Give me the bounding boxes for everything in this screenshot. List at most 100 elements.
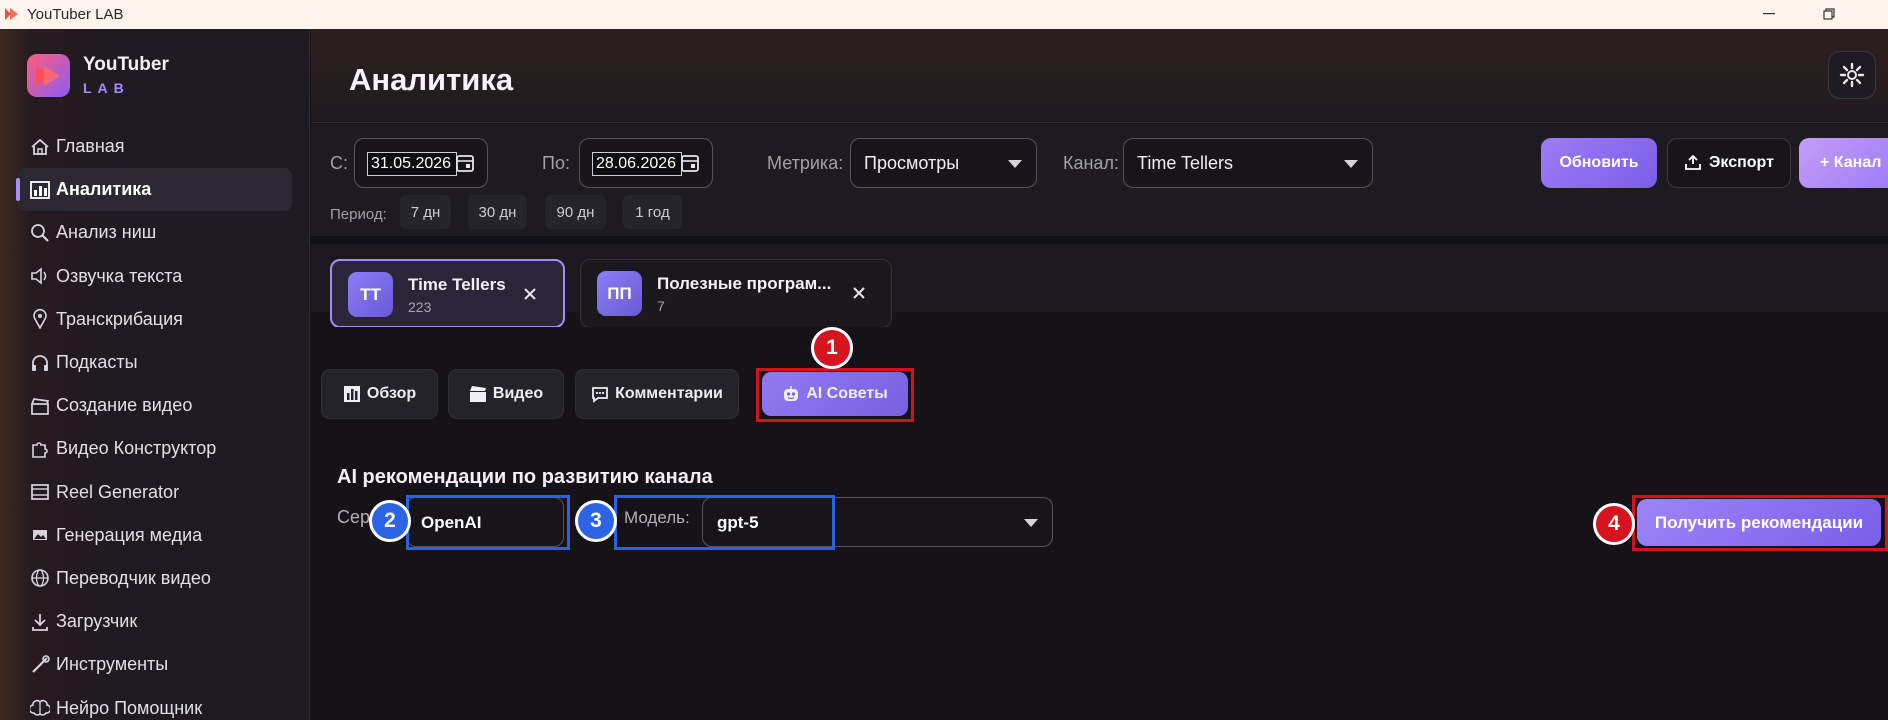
sidebar-item-video-translator[interactable]: Переводчик видео <box>17 557 292 600</box>
tab-overview[interactable]: Обзор <box>321 369 438 419</box>
sidebar-item-label: Reel Generator <box>56 481 180 502</box>
sidebar-item-label: Нейро Помощник <box>56 697 203 718</box>
tab-label: Комментарии <box>615 385 723 402</box>
channel-count: 223 <box>408 299 432 315</box>
ai-section-title: AI рекомендации по развитию канала <box>337 466 713 488</box>
sidebar-item-tts[interactable]: Озвучка текста <box>17 255 292 298</box>
app-logo <box>27 54 70 97</box>
image-icon <box>29 525 51 545</box>
sidebar-item-video-creation[interactable]: Создание видео <box>17 384 292 427</box>
period-90d-button[interactable]: 90 дн <box>545 195 606 229</box>
period-label: Период: <box>330 206 387 223</box>
add-channel-button[interactable]: + Канал <box>1799 138 1888 188</box>
sidebar-item-label: Инструменты <box>56 654 169 675</box>
sidebar-item-tools[interactable]: Инструменты <box>17 643 292 686</box>
sidebar-item-label: Анализ ниш <box>56 222 157 243</box>
calendar-icon[interactable] <box>455 153 475 173</box>
close-icon[interactable] <box>850 284 868 302</box>
maximize-button[interactable] <box>1809 3 1849 25</box>
sidebar-nav: Главная Аналитика Анализ ниш Озвучка тек… <box>16 125 292 720</box>
export-icon <box>1685 155 1701 170</box>
window-title: YouTuber LAB <box>27 6 124 23</box>
sidebar-item-reel-generator[interactable]: Reel Generator <box>17 471 292 514</box>
period-7d-button[interactable]: 7 дн <box>400 195 451 229</box>
chevron-down-icon <box>1344 160 1358 168</box>
globe-icon <box>29 568 51 588</box>
chevron-down-icon <box>1008 160 1022 168</box>
sidebar-item-podcasts[interactable]: Подкасты <box>17 341 292 384</box>
sidebar-item-home[interactable]: Главная <box>17 125 292 168</box>
restore-icon <box>1823 8 1835 20</box>
sidebar-item-label: Переводчик видео <box>56 567 211 588</box>
sidebar: YouTuber LAB Главная Аналитика Анализ ни… <box>0 29 310 720</box>
magnifier-icon <box>29 223 51 243</box>
metric-value: Просмотры <box>864 153 960 173</box>
tab-label: Видео <box>492 385 544 402</box>
refresh-button[interactable]: Обновить <box>1541 138 1657 188</box>
channel-avatar: ПП <box>597 271 642 316</box>
model-select[interactable]: gpt-5 <box>702 497 1053 547</box>
service-select[interactable]: OpenAI <box>406 497 564 547</box>
app-icon <box>5 8 18 20</box>
date-from-value[interactable]: 31.05.2026 <box>367 152 457 176</box>
page-title: Аналитика <box>349 62 514 97</box>
brand-name: YouTuber <box>83 54 169 75</box>
sidebar-item-label: Аналитика <box>56 179 152 200</box>
date-to-value[interactable]: 28.06.2026 <box>592 152 682 176</box>
sidebar-item-label: Озвучка текста <box>56 265 183 286</box>
logo-icon <box>36 66 60 86</box>
channel-card-time-tellers[interactable]: TT Time Tellers 223 <box>330 259 565 328</box>
period-1y-button[interactable]: 1 год <box>623 195 682 229</box>
channel-name: Полезные програм... <box>657 274 832 293</box>
page-header: Аналитика <box>311 29 1888 123</box>
clapperboard-icon <box>29 396 51 416</box>
service-value: OpenAI <box>421 513 482 532</box>
date-from-field[interactable]: 31.05.2026 <box>354 138 488 188</box>
sidebar-item-label: Подкасты <box>56 352 138 373</box>
tab-label: Обзор <box>366 385 417 402</box>
sidebar-item-analytics[interactable]: Аналитика <box>16 168 292 212</box>
sidebar-item-label: Генерация медиа <box>56 524 203 545</box>
channel-select[interactable]: Time Tellers <box>1123 138 1373 188</box>
pin-icon <box>29 309 51 330</box>
sidebar-item-video-constructor[interactable]: Видео Конструктор <box>17 427 292 470</box>
sidebar-item-media-generation[interactable]: Генерация медиа <box>17 514 292 557</box>
tab-comments[interactable]: Комментарии <box>575 369 739 419</box>
model-label: Модель: <box>624 508 690 527</box>
robot-icon <box>784 386 799 401</box>
sidebar-item-transcription[interactable]: Транскрибация <box>17 298 292 341</box>
channel-name: Time Tellers <box>408 275 506 294</box>
puzzle-icon <box>29 439 51 459</box>
channel-card-useful-programs[interactable]: ПП Полезные програм... 7 <box>580 259 892 328</box>
tab-ai-advice[interactable]: AI Советы <box>762 372 908 416</box>
sidebar-item-neuro-assistant[interactable]: Нейро Помощник <box>17 686 292 720</box>
analytics-tabs-area: Обзор Видео Комментарии AI Советы AI рек… <box>311 327 1888 720</box>
close-icon[interactable] <box>521 285 539 303</box>
filters-bar: С: 31.05.2026 По: 28.06.2026 Метрика: Пр… <box>311 124 1888 244</box>
model-value: gpt-5 <box>717 513 759 532</box>
export-button[interactable]: Экспорт <box>1667 138 1791 188</box>
minimize-icon <box>1763 13 1775 15</box>
sidebar-item-niche-analysis[interactable]: Анализ ниш <box>17 211 292 254</box>
period-30d-button[interactable]: 30 дн <box>468 195 527 229</box>
get-recommendations-button[interactable]: Получить рекомендации <box>1637 499 1881 546</box>
headphones-icon <box>29 353 51 373</box>
annotation-badge-1: 1 <box>811 327 853 369</box>
chart-icon <box>343 386 360 402</box>
clapper-icon <box>469 386 486 402</box>
export-label: Экспорт <box>1709 154 1774 171</box>
date-to-field[interactable]: 28.06.2026 <box>579 138 713 188</box>
gear-icon <box>1839 62 1865 88</box>
calendar-icon[interactable] <box>680 153 700 173</box>
channel-count: 7 <box>657 298 665 314</box>
settings-button[interactable] <box>1828 51 1876 99</box>
metric-select[interactable]: Просмотры <box>850 138 1037 188</box>
channel-avatar: TT <box>348 272 393 317</box>
tab-video[interactable]: Видео <box>448 369 564 419</box>
sidebar-item-downloader[interactable]: Загрузчик <box>17 600 292 643</box>
annotation-badge-2: 2 <box>369 500 411 542</box>
tab-label: AI Советы <box>806 385 888 402</box>
minimize-button[interactable] <box>1749 3 1789 25</box>
annotation-badge-4: 4 <box>1593 503 1635 545</box>
bar-chart-icon <box>29 180 51 200</box>
